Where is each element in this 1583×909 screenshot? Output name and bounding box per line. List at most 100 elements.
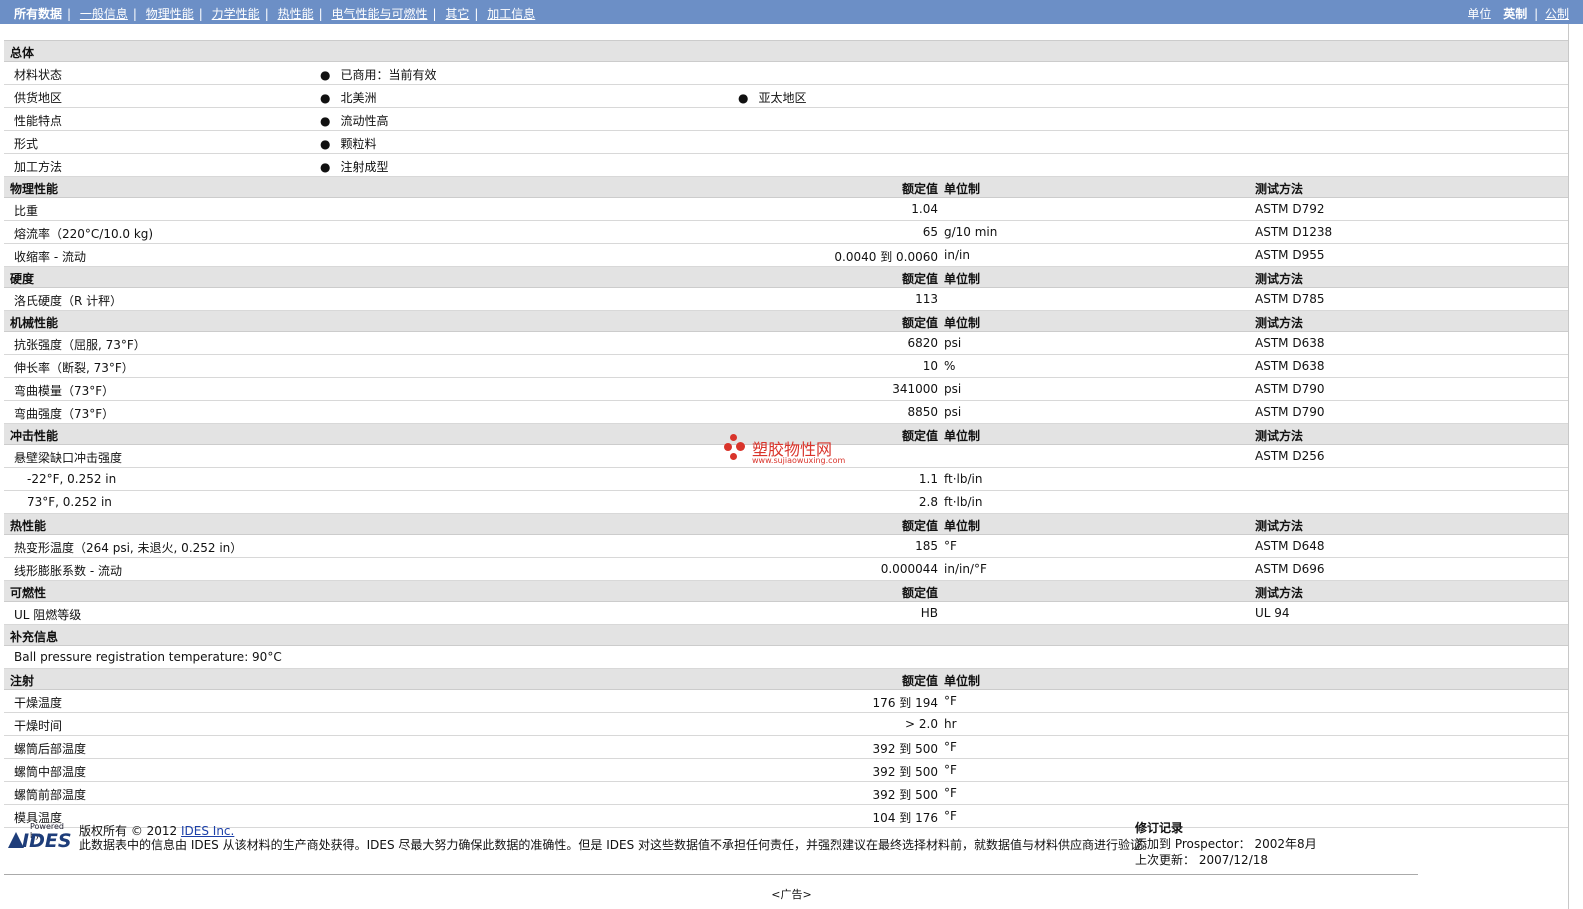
property-label: 加工方法 — [14, 160, 63, 174]
property-label: 螺筒后部温度 — [14, 742, 87, 756]
property-value-2: ● 亚太地区 — [738, 89, 807, 106]
property-unit: °F — [944, 694, 957, 708]
nav-all-data[interactable]: 所有数据 — [14, 7, 62, 21]
section-title: 总体 — [10, 46, 35, 60]
property-unit: % — [944, 359, 956, 373]
test-method: UL 94 — [1255, 606, 1290, 620]
nav-electrical-flammability[interactable]: 电气性能与可燃性 — [331, 7, 427, 21]
bullet-icon: ● — [320, 160, 331, 174]
header-value: 额定值 — [901, 519, 938, 533]
property-label: 弯曲强度（73°F） — [14, 407, 115, 421]
property-label: Ball pressure registration temperature: … — [14, 650, 282, 664]
nav-thermal[interactable]: 热性能 — [278, 7, 314, 21]
nav-processing[interactable]: 加工信息 — [487, 7, 535, 21]
value-text: 颗粒料 — [340, 137, 377, 151]
property-row: 抗张强度（屈服, 73°F） 6820 psi ASTM D638 — [4, 332, 1568, 355]
section-title: 机械性能 — [10, 316, 59, 330]
property-label: 收缩率 - 流动 — [14, 250, 86, 264]
property-row: UL 阻燃等级 HB UL 94 — [4, 602, 1568, 625]
section-title: 物理性能 — [10, 182, 59, 196]
property-row: 洛氏硬度（R 计秤） 113 ASTM D785 — [4, 288, 1568, 311]
section-title: 冲击性能 — [10, 429, 59, 443]
value-text: 已商用：当前有效 — [340, 68, 437, 82]
header-value: 额定值 — [901, 586, 938, 600]
test-method: ASTM D785 — [1255, 292, 1325, 306]
test-method: ASTM D696 — [1255, 562, 1325, 576]
property-row: 伸长率（断裂, 73°F） 10% ASTM D638 — [4, 355, 1568, 378]
property-row: 螺筒前部温度 392 到 500 °F — [4, 782, 1568, 805]
property-value: 10 — [922, 359, 938, 373]
unit-metric[interactable]: 公制 — [1545, 7, 1569, 21]
section-header: 热性能 额定值 单位制 测试方法 — [4, 514, 1568, 535]
property-value: 1.04 — [911, 202, 938, 216]
header-method: 测试方法 — [1255, 316, 1304, 330]
property-label: 材料状态 — [14, 68, 63, 82]
property-label: 螺筒中部温度 — [14, 765, 87, 779]
property-label: 干燥时间 — [14, 719, 63, 733]
property-unit: hr — [944, 717, 957, 731]
test-method: ASTM D955 — [1255, 248, 1325, 262]
value-text: 北美洲 — [340, 91, 377, 105]
header-method: 测试方法 — [1255, 272, 1304, 286]
header-method: 测试方法 — [1255, 586, 1304, 600]
nav-mechanical[interactable]: 力学性能 — [212, 7, 260, 21]
watermark-url: www.sujiaowuxing.com — [752, 456, 846, 465]
general-row: 材料状态 ● 已商用：当前有效 — [4, 62, 1568, 85]
property-value: 392 到 500 — [872, 765, 938, 779]
test-method: ASTM D648 — [1255, 539, 1325, 553]
property-label: 形式 — [14, 137, 39, 151]
property-label: 悬壁梁缺口冲击强度 — [14, 451, 123, 465]
nav-physical[interactable]: 物理性能 — [146, 7, 194, 21]
header-value: 额定值 — [901, 429, 938, 443]
general-row: 供货地区 ● 北美洲 ● 亚太地区 — [4, 85, 1568, 108]
property-value: 113 — [915, 292, 938, 306]
ides-logo[interactable]: Powered by IDES — [8, 822, 74, 852]
value-text: 亚太地区 — [758, 91, 807, 105]
property-row: 螺筒中部温度 392 到 500 °F — [4, 759, 1568, 782]
test-method: ASTM D256 — [1255, 449, 1325, 463]
property-label: 干燥温度 — [14, 696, 63, 710]
bullet-icon: ● — [320, 68, 331, 82]
property-label: 抗张强度（屈服, 73°F） — [14, 338, 146, 352]
property-label: 供货地区 — [14, 91, 63, 105]
section-header: 注射 额定值 单位制 — [4, 669, 1568, 690]
property-unit: psi — [944, 336, 962, 350]
property-value-1: ● 北美洲 — [320, 89, 377, 106]
general-row: 性能特点 ● 流动性高 — [4, 108, 1568, 131]
property-value: > 2.0 — [905, 717, 938, 731]
property-value-1: ● 流动性高 — [320, 112, 389, 129]
unit-imperial[interactable]: 英制 — [1503, 7, 1527, 21]
test-method: ASTM D638 — [1255, 336, 1325, 350]
property-value: 8850 — [907, 405, 938, 419]
watermark: 塑胶物性网 www.sujiaowuxing.com — [724, 434, 884, 468]
unit-switcher: 单位 英制 | 公制 — [1467, 7, 1569, 21]
header-unit: 单位制 — [944, 182, 981, 196]
revision-title: 修订记录 — [1135, 821, 1184, 835]
section-header-general: 总体 — [4, 41, 1568, 62]
section-title: 可燃性 — [10, 586, 47, 600]
property-label: 性能特点 — [14, 114, 63, 128]
property-value: 185 — [915, 539, 938, 553]
property-label: 螺筒前部温度 — [14, 788, 87, 802]
value-text: 注射成型 — [340, 160, 389, 174]
section-title: 热性能 — [10, 519, 47, 533]
property-row: 弯曲模量（73°F） 341000 psi ASTM D790 — [4, 378, 1568, 401]
header-method: 测试方法 — [1255, 429, 1304, 443]
header-unit: 单位制 — [944, 316, 981, 330]
ad-label: <广告> — [771, 888, 812, 901]
nav-general-info[interactable]: 一般信息 — [80, 7, 128, 21]
nav-other[interactable]: 其它 — [445, 7, 469, 21]
section-nav: 所有数据 | 一般信息 | 物理性能 | 力学性能 | 热性能 | 电气性能与可燃性 | 其… — [14, 7, 536, 21]
section-header: 可燃性 额定值 测试方法 — [4, 581, 1568, 602]
property-row: 热变形温度（264 psi, 未退火, 0.252 in） 185 °F ASTM D… — [4, 535, 1568, 558]
property-label: 73°F, 0.252 in — [27, 495, 112, 509]
property-label: 弯曲模量（73°F） — [14, 384, 115, 398]
property-unit: °F — [944, 763, 957, 777]
section-title: 补充信息 — [10, 630, 59, 644]
property-value-1: ● 颗粒料 — [320, 135, 377, 152]
header-unit: 单位制 — [944, 429, 981, 443]
property-unit: ft·lb/in — [944, 495, 983, 509]
updated-label: 上次更新： — [1135, 853, 1196, 867]
property-value: 2.8 — [918, 495, 938, 509]
value-text: 流动性高 — [340, 114, 389, 128]
